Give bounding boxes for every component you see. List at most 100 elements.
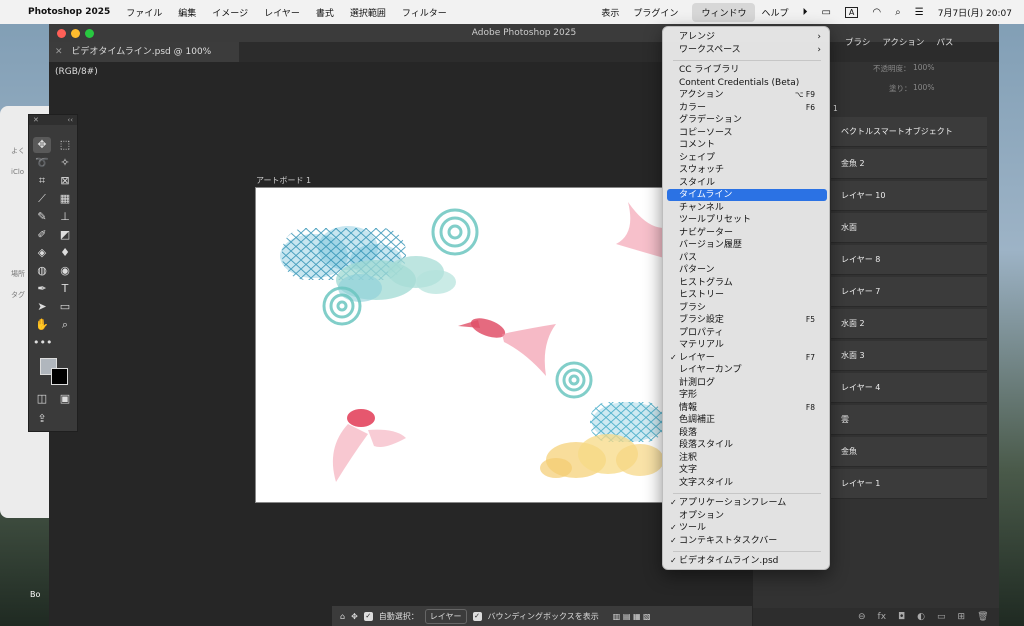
fx-icon[interactable]: fx [878, 608, 887, 626]
move-tool-icon[interactable]: ✥ [33, 137, 51, 153]
menu-filter[interactable]: フィルター [402, 6, 447, 19]
lasso-tool-icon[interactable]: ➰ [33, 155, 51, 171]
layer-row[interactable]: 雲 [831, 405, 987, 435]
hand-tool-icon[interactable]: ✋ [33, 317, 51, 333]
type-tool-icon[interactable]: T [56, 281, 74, 297]
menu-item[interactable]: アクション ⌥ F9 [667, 89, 827, 101]
play-icon[interactable]: ⏵ [802, 7, 807, 18]
control-center-icon[interactable]: ☰ [915, 7, 924, 18]
layer-group-label[interactable]: 1 [833, 104, 838, 113]
document-tab[interactable]: ✕ ビデオタイムライン.psd @ 100% (RGB/8#) [49, 42, 239, 77]
menu-item[interactable]: 文字 [667, 464, 827, 476]
sponge-tool-icon[interactable]: ◉ [56, 263, 74, 279]
menu-item[interactable]: スタイル [667, 177, 827, 189]
app-name-menu[interactable]: Photoshop 2025 [28, 7, 110, 17]
pen-tool-icon[interactable]: ✒ [33, 281, 51, 297]
menu-window[interactable]: ウィンドウ [692, 2, 756, 22]
menu-item[interactable]: ヒストグラム [667, 277, 827, 289]
menu-item[interactable]: ツールプリセット [667, 214, 827, 226]
input-source-icon[interactable]: A [844, 6, 859, 18]
auto-select-checkbox[interactable]: ✓ [363, 611, 373, 621]
menu-item[interactable]: 文字スタイル [667, 477, 827, 489]
trash-icon[interactable]: 🗑 [977, 608, 988, 626]
auto-select-dropdown[interactable]: レイヤー [424, 608, 467, 624]
menu-item[interactable]: パターン [667, 264, 827, 276]
zoom-tool-icon[interactable]: ⌕ [56, 317, 74, 333]
tab-actions[interactable]: アクション [882, 36, 924, 48]
layer-row[interactable]: ベクトルスマートオブジェクト [831, 117, 987, 147]
menu-item[interactable]: 注釈 [667, 452, 827, 464]
layer-row[interactable]: レイヤー 1 [831, 469, 987, 499]
menu-item[interactable]: ✓ アプリケーションフレーム [667, 497, 827, 509]
menu-item[interactable]: グラデーション [667, 114, 827, 126]
menu-item[interactable]: 色調補正 [667, 414, 827, 426]
bounding-box-checkbox[interactable]: ✓ [472, 611, 482, 621]
move-tool-icon[interactable]: ✥ [351, 612, 358, 621]
menu-item[interactable]: ✓ ツール [667, 522, 827, 534]
layer-row[interactable]: 金魚 [831, 437, 987, 467]
rectangle-tool-icon[interactable]: ▭ [56, 299, 74, 315]
menu-item[interactable]: ヒストリー [667, 289, 827, 301]
adjustment-icon[interactable]: ◐ [917, 608, 925, 626]
minimize-icon[interactable] [71, 29, 80, 38]
menu-item[interactable]: カラー F6 [667, 102, 827, 114]
menu-item[interactable]: アレンジ › [667, 31, 827, 43]
quick-mask-icon[interactable]: ◫ [33, 391, 51, 407]
folder-icon[interactable]: ▭ [937, 608, 946, 626]
menu-item[interactable]: 段落スタイル [667, 439, 827, 451]
menu-item[interactable]: 字形 [667, 389, 827, 401]
crop-tool-icon[interactable]: ⌗ [33, 173, 51, 189]
mask-icon[interactable]: ◘ [898, 608, 905, 626]
battery-icon[interactable]: ▭ [821, 7, 830, 18]
menu-item[interactable]: ✓ コンテキストタスクバー [667, 535, 827, 547]
menu-item[interactable]: ✓ レイヤー F7 [667, 352, 827, 364]
screen-mode-icon[interactable]: ▣ [56, 391, 74, 407]
layer-row[interactable]: 水面 [831, 213, 987, 243]
layer-row[interactable]: 水面 3 [831, 341, 987, 371]
menu-item[interactable]: ワークスペース › [667, 44, 827, 56]
menu-item[interactable]: 計測ログ [667, 377, 827, 389]
stamp-tool-icon[interactable]: ⊥ [56, 209, 74, 225]
menu-item[interactable]: タイムライン [667, 189, 827, 201]
menu-item[interactable]: オプション [667, 510, 827, 522]
menu-item[interactable]: コピーソース [667, 127, 827, 139]
layer-row[interactable]: 金魚 2 [831, 149, 987, 179]
menu-item[interactable]: ✓ ビデオタイムライン.psd [667, 555, 827, 567]
layer-row[interactable]: レイヤー 8 [831, 245, 987, 275]
menu-item[interactable]: チャンネル [667, 202, 827, 214]
menu-file[interactable]: ファイル [126, 6, 162, 19]
maximize-icon[interactable] [85, 29, 94, 38]
share-icon[interactable]: ⇪ [33, 411, 51, 427]
paint-bucket-tool-icon[interactable]: ◈ [33, 245, 51, 261]
eyedropper-tool-icon[interactable]: ⟋ [33, 191, 51, 207]
patch-tool-icon[interactable]: ▦ [56, 191, 74, 207]
menu-plugins[interactable]: プラグイン [633, 6, 678, 19]
artboard-canvas[interactable] [255, 187, 663, 503]
layer-row[interactable]: レイヤー 4 [831, 373, 987, 403]
marquee-tool-icon[interactable]: ⬚ [56, 137, 74, 153]
background-color-swatch[interactable] [51, 368, 68, 385]
brush-tool-icon[interactable]: ✎ [33, 209, 51, 225]
tab-brush[interactable]: ブラシ [845, 36, 870, 48]
close-icon[interactable] [57, 29, 66, 38]
menu-item[interactable]: ナビゲーター [667, 227, 827, 239]
menu-item[interactable]: スウォッチ [667, 164, 827, 176]
tab-paths[interactable]: パス [936, 36, 953, 48]
menu-help[interactable]: ヘルプ [761, 6, 788, 19]
more-tools-icon[interactable]: ••• [33, 335, 52, 351]
menu-item[interactable]: シェイプ [667, 152, 827, 164]
layer-row[interactable]: レイヤー 7 [831, 277, 987, 307]
menu-type[interactable]: 書式 [316, 6, 334, 19]
menu-select[interactable]: 選択範囲 [350, 6, 386, 19]
history-brush-tool-icon[interactable]: ✐ [33, 227, 51, 243]
menu-edit[interactable]: 編集 [178, 6, 196, 19]
menu-item[interactable]: バージョン履歴 [667, 239, 827, 251]
search-icon[interactable]: ⌕ [895, 7, 901, 18]
magic-wand-tool-icon[interactable]: ✧ [56, 155, 74, 171]
menu-item[interactable]: プロパティ [667, 327, 827, 339]
frame-tool-icon[interactable]: ⊠ [56, 173, 74, 189]
link-icon[interactable]: ⊖ [858, 608, 866, 626]
menu-item[interactable]: コメント [667, 139, 827, 151]
clock[interactable]: 7月7日(月) 20:07 [938, 6, 1012, 19]
collapse-icon[interactable]: ‹‹ [67, 115, 73, 125]
